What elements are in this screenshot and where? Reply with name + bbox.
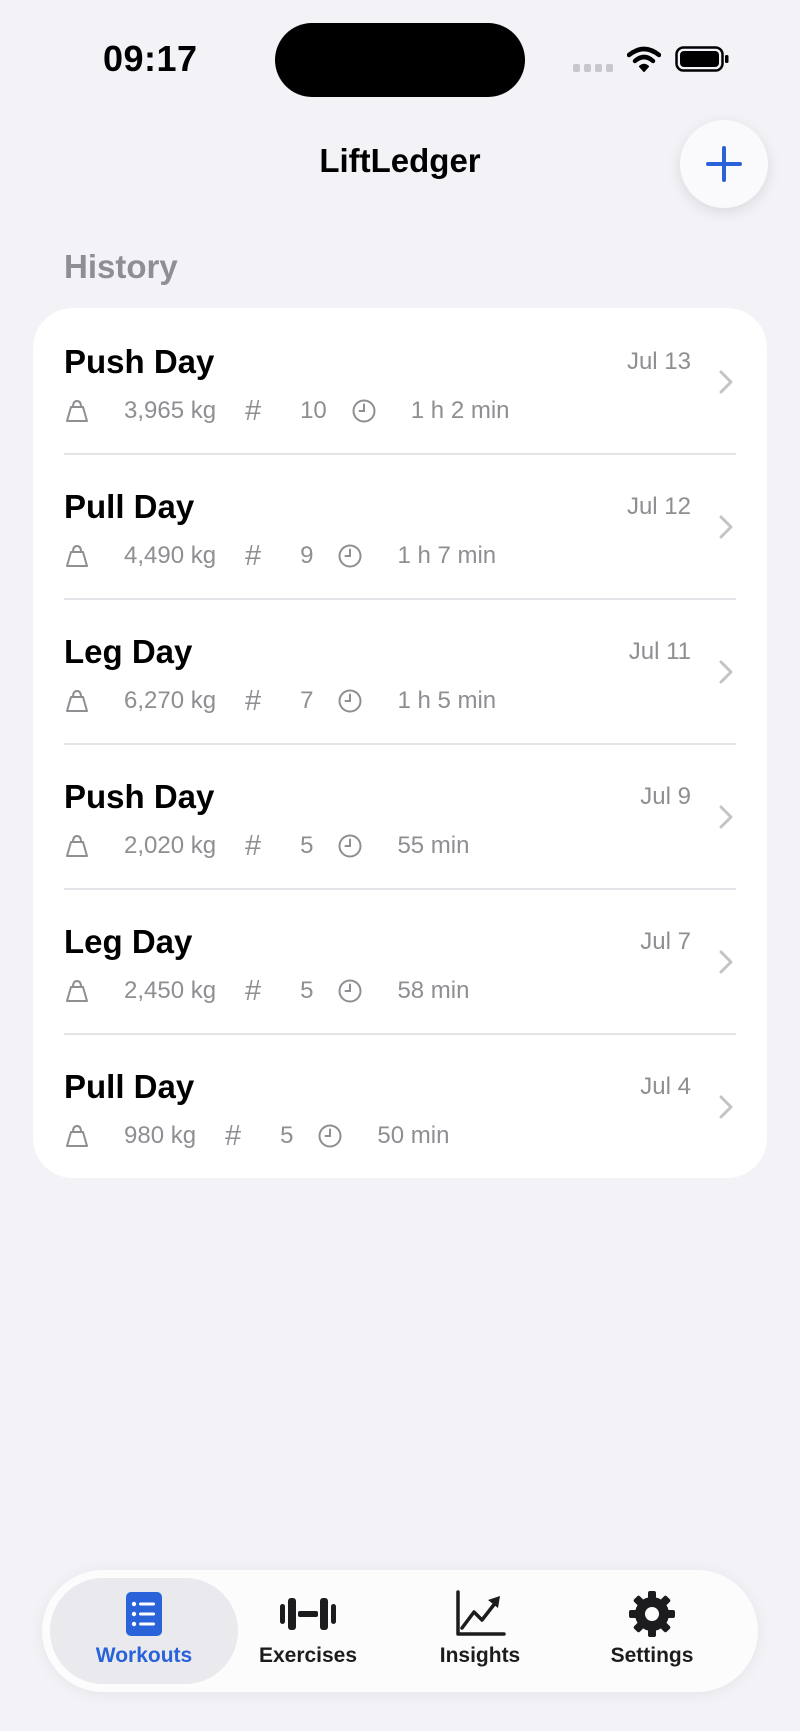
workout-sets: 5 — [300, 832, 314, 859]
workout-row[interactable]: Leg Day Jul 11 6,270 kg # 7 1 h 5 min — [33, 598, 767, 743]
sets-icon: # — [245, 539, 262, 572]
workout-sets: 9 — [300, 542, 314, 569]
tab-label: Exercises — [258, 1644, 358, 1667]
chevron-right-icon — [719, 950, 733, 974]
clock-icon — [352, 399, 376, 423]
clock-icon — [338, 979, 362, 1003]
kettlebell-icon — [66, 399, 88, 422]
sets-icon: # — [245, 684, 262, 717]
battery-icon — [675, 46, 729, 72]
workout-volume: 3,965 kg — [124, 397, 217, 424]
sets-icon: # — [245, 394, 262, 427]
workout-name: Pull Day — [64, 1068, 195, 1105]
workout-sets: 7 — [300, 687, 314, 714]
workout-date: Jul 11 — [628, 638, 691, 665]
workout-date: Jul 9 — [640, 783, 691, 810]
kettlebell-icon — [66, 689, 88, 712]
clock-icon — [338, 834, 362, 858]
tab-label: Workouts — [95, 1644, 193, 1667]
workout-name: Push Day — [64, 343, 215, 380]
sets-icon: # — [245, 829, 262, 862]
workout-stats: 980 kg # 5 50 min — [64, 1116, 473, 1156]
section-title-history: History — [64, 248, 178, 285]
dynamic-island — [275, 23, 525, 97]
add-workout-button[interactable] — [680, 120, 768, 208]
workout-duration: 1 h 5 min — [397, 687, 497, 714]
workout-stats: 2,020 kg # 5 55 min — [64, 826, 493, 866]
tab-exercises[interactable]: Exercises — [214, 1578, 402, 1684]
workout-date: Jul 12 — [626, 493, 691, 520]
workout-sets: 5 — [280, 1122, 294, 1149]
workout-date: Jul 4 — [640, 1073, 691, 1100]
tab-workouts[interactable]: Workouts — [50, 1578, 238, 1684]
workout-row[interactable]: Leg Day Jul 7 2,450 kg # 5 58 min — [33, 888, 767, 1033]
sets-icon: # — [224, 1119, 242, 1152]
workout-row[interactable]: Pull Day Jul 4 980 kg # 5 50 min — [33, 1033, 767, 1178]
plus-icon — [706, 146, 742, 182]
dumbbell-icon — [280, 1598, 336, 1630]
workout-stats: 4,490 kg # 9 1 h 7 min — [64, 536, 520, 576]
workout-date: Jul 13 — [626, 348, 691, 375]
kettlebell-icon — [66, 544, 88, 567]
workout-row[interactable]: Push Day Jul 9 2,020 kg # 5 55 min — [33, 743, 767, 888]
workout-sets: 10 — [300, 397, 327, 424]
workout-duration: 1 h 7 min — [397, 542, 497, 569]
kettlebell-icon — [66, 979, 88, 1002]
workout-duration: 58 min — [397, 977, 470, 1004]
cellular-signal-icon — [573, 64, 613, 72]
workout-stats: 3,965 kg # 10 1 h 2 min — [64, 391, 534, 431]
workout-duration: 55 min — [397, 832, 470, 859]
tab-insights[interactable]: Insights — [386, 1578, 574, 1684]
workout-date: Jul 7 — [640, 928, 691, 955]
workout-duration: 1 h 2 min — [410, 397, 510, 424]
workout-volume: 6,270 kg — [124, 687, 217, 714]
list-icon — [126, 1592, 162, 1636]
clock-icon — [318, 1124, 342, 1148]
chevron-right-icon — [719, 660, 733, 684]
clock-icon — [338, 544, 362, 568]
workout-stats: 6,270 kg # 7 1 h 5 min — [64, 681, 520, 721]
tab-bar: Workouts Exercises Insights Settings — [42, 1570, 758, 1692]
workout-stats: 2,450 kg # 5 58 min — [64, 971, 493, 1011]
workout-volume: 2,020 kg — [124, 832, 217, 859]
workout-row[interactable]: Push Day Jul 13 3,965 kg # 10 1 h 2 min — [33, 308, 767, 453]
workout-name: Leg Day — [64, 633, 193, 670]
sets-icon: # — [245, 974, 262, 1007]
chevron-right-icon — [719, 1095, 733, 1119]
tab-label: Insights — [439, 1644, 521, 1667]
workout-name: Leg Day — [64, 923, 193, 960]
tab-settings[interactable]: Settings — [558, 1578, 746, 1684]
workout-volume: 2,450 kg — [124, 977, 217, 1004]
workout-row[interactable]: Pull Day Jul 12 4,490 kg # 9 1 h 7 min — [33, 453, 767, 598]
workout-volume: 980 kg — [124, 1122, 197, 1149]
workout-name: Push Day — [64, 778, 215, 815]
wifi-icon — [627, 46, 661, 72]
history-list: Push Day Jul 13 3,965 kg # 10 1 h 2 min … — [33, 308, 767, 1178]
chevron-right-icon — [719, 515, 733, 539]
gear-icon — [629, 1591, 675, 1637]
workout-duration: 50 min — [377, 1122, 450, 1149]
chevron-right-icon — [719, 805, 733, 829]
chart-icon — [456, 1590, 506, 1636]
workout-name: Pull Day — [64, 488, 195, 525]
clock-icon — [338, 689, 362, 713]
kettlebell-icon — [66, 1124, 88, 1147]
tab-label: Settings — [610, 1644, 694, 1667]
chevron-right-icon — [719, 370, 733, 394]
workout-sets: 5 — [300, 977, 314, 1004]
workout-volume: 4,490 kg — [124, 542, 217, 569]
status-time: 09:17 — [103, 38, 198, 79]
kettlebell-icon — [66, 834, 88, 857]
